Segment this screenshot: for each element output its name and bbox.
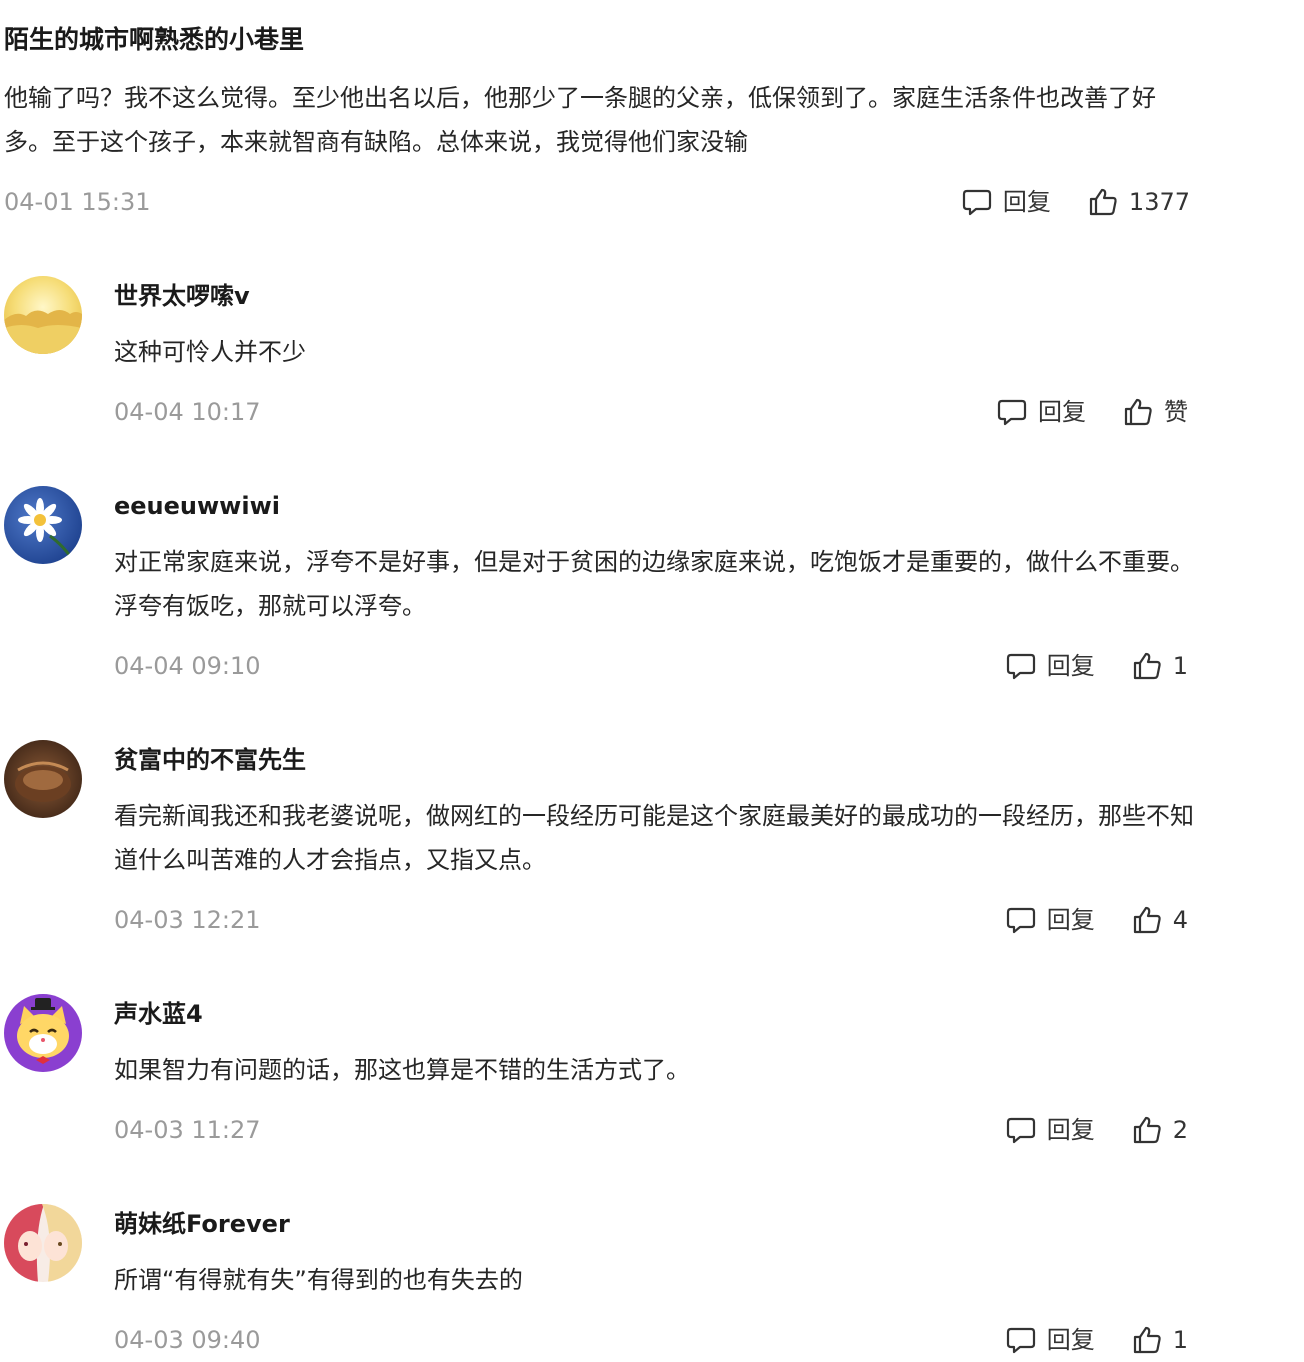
daisy-avatar[interactable] [4, 486, 82, 564]
reply-button[interactable]: 回复 [1005, 898, 1095, 942]
reply-content: 所谓“有得就有失”有得到的也有失去的 [114, 1266, 523, 1294]
thumbs-up-icon [1133, 1326, 1161, 1354]
reply-button[interactable]: 回复 [996, 390, 1086, 434]
reply-label: 回复 [1002, 188, 1051, 216]
comment-actions: 回复 1377 [961, 180, 1190, 224]
comment-author[interactable]: 陌生的城市啊熟悉的小巷里 [4, 20, 1194, 60]
brown-photo-avatar[interactable] [4, 740, 82, 818]
comment-bubble-icon [1006, 907, 1035, 934]
reply-label: 回复 [1046, 652, 1095, 680]
reply-content: 这种可怜人并不少 [114, 338, 306, 366]
sunset-dunes-avatar[interactable] [4, 276, 82, 354]
reply-time: 04-03 12:21 [114, 906, 261, 934]
like-button[interactable]: 1377 [1087, 180, 1190, 224]
anime-girls-avatar[interactable] [4, 1204, 82, 1282]
reply-time: 04-04 09:10 [114, 652, 261, 680]
thumbs-up-icon [1133, 1116, 1161, 1144]
reply-meta: 04-03 12:21 回复 4 [114, 898, 1188, 942]
reply-meta: 04-04 10:17 回复 赞 [114, 390, 1188, 434]
comment-bubble-icon [1006, 1117, 1035, 1144]
like-button[interactable]: 1 [1131, 1318, 1188, 1362]
reply-author[interactable]: eeueuwwiwi [114, 486, 280, 526]
reply-author[interactable]: 贫富中的不富先生 [114, 740, 306, 780]
reply-button[interactable]: 回复 [1005, 644, 1095, 688]
reply-label: 回复 [1046, 1326, 1095, 1354]
comment-bubble-icon [962, 189, 992, 216]
reply-time: 04-04 10:17 [114, 398, 261, 426]
comment-meta: 04-01 15:31 回复 1377 [4, 180, 1190, 224]
top-comment: 陌生的城市啊熟悉的小巷里 他输了吗？我不这么觉得。至少他出名以后，他那少了一条腿… [4, 20, 1194, 216]
reply-label: 回复 [1046, 1116, 1095, 1144]
like-count: 赞 [1164, 398, 1188, 426]
reply-content: 看完新闻我还和我老婆说呢，做网红的一段经历可能是这个家庭最美好的最成功的一段经历… [114, 802, 1194, 874]
comment-thread: 陌生的城市啊熟悉的小巷里 他输了吗？我不这么觉得。至少他出名以后，他那少了一条腿… [0, 0, 1304, 1362]
comment-content: 他输了吗？我不这么觉得。至少他出名以后，他那少了一条腿的父亲，低保领到了。家庭生… [4, 84, 1156, 156]
like-count: 1 [1172, 652, 1188, 680]
reply-time: 04-03 09:40 [114, 1326, 261, 1354]
reply-actions: 回复 2 [1005, 1108, 1188, 1152]
reply-meta: 04-04 09:10 回复 1 [114, 644, 1188, 688]
comment-bubble-icon [1006, 653, 1035, 680]
reply-actions: 回复 1 [1005, 1318, 1188, 1362]
like-button[interactable]: 4 [1131, 898, 1188, 942]
reply-content: 如果智力有问题的话，那这也算是不错的生活方式了。 [114, 1056, 690, 1084]
like-count: 4 [1172, 906, 1188, 934]
reply-author[interactable]: 萌妹纸Forever [114, 1204, 290, 1244]
comment-time: 04-01 15:31 [4, 188, 151, 216]
reply-button[interactable]: 回复 [961, 180, 1051, 224]
like-count: 1 [1172, 1326, 1188, 1354]
comment-bubble-icon [997, 399, 1027, 426]
like-button[interactable]: 1 [1131, 644, 1188, 688]
reply-actions: 回复 赞 [996, 390, 1188, 434]
reply-actions: 回复 4 [1005, 898, 1188, 942]
reply-content: 对正常家庭来说，浮夸不是好事，但是对于贫困的边缘家庭来说，吃饱饭才是重要的，做什… [114, 548, 1194, 620]
reply-label: 回复 [1046, 906, 1095, 934]
reply-label: 回复 [1038, 398, 1086, 426]
thumbs-up-icon [1124, 398, 1152, 426]
like-count: 2 [1172, 1116, 1188, 1144]
thumbs-up-icon [1133, 906, 1161, 934]
reply-meta: 04-03 09:40 回复 1 [114, 1318, 1188, 1362]
like-button[interactable]: 2 [1131, 1108, 1188, 1152]
reply-meta: 04-03 11:27 回复 2 [114, 1108, 1188, 1152]
thumbs-up-icon [1089, 188, 1117, 216]
like-count: 1377 [1128, 188, 1190, 216]
thumbs-up-icon [1133, 652, 1161, 680]
reply-actions: 回复 1 [1005, 644, 1188, 688]
like-button[interactable]: 赞 [1122, 390, 1188, 434]
reply-button[interactable]: 回复 [1005, 1108, 1095, 1152]
reply-author[interactable]: 世界太啰嗦v [114, 276, 250, 316]
cartoon-cat-avatar[interactable] [4, 994, 82, 1072]
comment-bubble-icon [1006, 1327, 1035, 1354]
reply-button[interactable]: 回复 [1005, 1318, 1095, 1362]
reply-time: 04-03 11:27 [114, 1116, 261, 1144]
reply-author[interactable]: 声水蓝4 [114, 994, 203, 1034]
